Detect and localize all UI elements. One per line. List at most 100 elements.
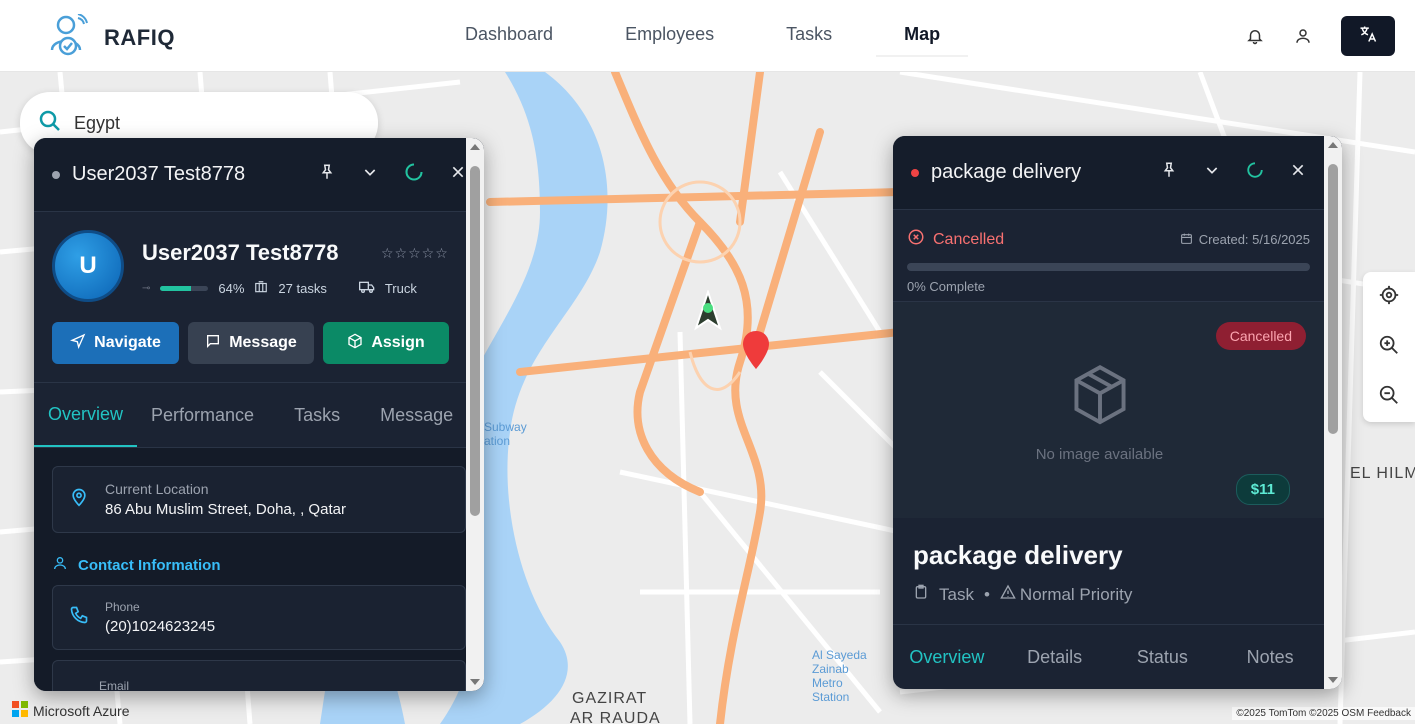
task-status: Cancelled <box>907 228 1004 251</box>
phone-icon <box>69 605 89 630</box>
translate-icon <box>1358 24 1378 49</box>
nav-tasks[interactable]: Tasks <box>786 24 832 45</box>
truck-icon <box>358 280 375 297</box>
task-panel-header[interactable]: package delivery <box>893 136 1342 210</box>
tab-status[interactable]: Status <box>1109 625 1217 689</box>
employee-overview-content: Current Location 86 Abu Muslim Street, D… <box>34 448 484 691</box>
no-image-text: No image available <box>1035 446 1164 463</box>
location-pin-icon[interactable] <box>742 330 770 375</box>
pin-icon[interactable] <box>1160 160 1178 185</box>
header-actions <box>1245 16 1395 56</box>
scroll-down-icon[interactable] <box>1328 677 1338 683</box>
nav-dashboard[interactable]: Dashboard <box>465 24 553 45</box>
profile-info: User2037 Test8778 ⊸ 64% 27 tasks Truck <box>142 230 417 302</box>
phone-label: Phone <box>105 600 140 614</box>
task-panel-scrollbar[interactable] <box>1324 136 1342 689</box>
bell-icon[interactable] <box>1245 26 1265 46</box>
microsoft-logo-icon <box>12 701 28 720</box>
contact-title: Contact Information <box>78 556 221 574</box>
task-created-date: Created: 5/16/2025 <box>1180 232 1310 248</box>
locate-icon[interactable] <box>1378 284 1400 311</box>
nav-map[interactable]: Map <box>876 24 969 57</box>
employee-panel-header[interactable]: User2037 Test8778 <box>34 138 484 212</box>
clipboard-icon <box>913 583 929 606</box>
map-label-el-hilm: EL HILM <box>1350 465 1415 482</box>
map-label-subway: Subway <box>484 420 527 434</box>
close-icon[interactable] <box>1290 162 1306 183</box>
contact-user-icon <box>52 555 68 575</box>
scroll-down-icon[interactable] <box>470 679 480 685</box>
assign-button[interactable]: Assign <box>323 322 449 364</box>
map-attribution[interactable]: ©2025 TomTom ©2025 OSM Feedback <box>1232 707 1415 720</box>
meta-separator: • <box>983 584 990 604</box>
assign-label: Assign <box>371 334 425 351</box>
task-type: Task <box>939 584 974 604</box>
employee-meta: ⊸ 64% 27 tasks Truck <box>142 280 417 297</box>
map-label-metro: Al Sayeda Zainab Metro Station <box>812 648 867 704</box>
task-image-area: Cancelled No image available $11 <box>893 302 1324 518</box>
pin-icon[interactable] <box>318 162 336 187</box>
tab-details[interactable]: Details <box>1001 625 1109 689</box>
location-icon <box>69 486 89 513</box>
user-icon[interactable] <box>1293 26 1313 46</box>
zoom-in-icon[interactable] <box>1378 334 1400 361</box>
rating-stars: ☆☆☆☆☆ <box>381 245 449 261</box>
message-icon <box>205 333 221 354</box>
top-navigation-bar: RAFIQ Dashboard Employees Tasks Map <box>0 0 1415 72</box>
current-location-card: Current Location 86 Abu Muslim Street, D… <box>52 466 466 533</box>
no-image-placeholder: No image available <box>893 362 1306 463</box>
employee-panel: User2037 Test8778 U User2037 Test8778 ⊸ … <box>34 138 484 691</box>
cancelled-badge: Cancelled <box>1215 322 1306 350</box>
scroll-up-icon[interactable] <box>470 144 480 150</box>
chevron-down-icon[interactable] <box>1204 162 1220 183</box>
message-button[interactable]: Message <box>188 322 314 364</box>
scrollbar-thumb[interactable] <box>470 166 480 516</box>
employee-tabs: Overview Performance Tasks Message <box>34 382 484 448</box>
zoom-out-icon[interactable] <box>1378 384 1400 411</box>
task-title: package delivery <box>913 540 1123 570</box>
task-status-section: Cancelled Created: 5/16/2025 0% Complete <box>893 210 1324 302</box>
phone-card: Phone (20)1024623245 <box>52 585 466 650</box>
employee-actions: Navigate Message Assign <box>34 302 484 364</box>
nav-employees[interactable]: Employees <box>625 24 714 45</box>
created-label: Created: 5/16/2025 <box>1198 232 1310 247</box>
brand[interactable]: RAFIQ <box>48 13 175 61</box>
loading-spinner-icon <box>1246 161 1264 184</box>
translate-button[interactable] <box>1341 16 1395 56</box>
task-priority: Normal Priority <box>1019 584 1133 604</box>
brand-name: RAFIQ <box>104 24 175 50</box>
navigate-icon <box>70 333 86 354</box>
tasks-count: 27 tasks <box>278 281 327 296</box>
tab-notes[interactable]: Notes <box>1216 625 1324 689</box>
map-controls <box>1363 272 1415 422</box>
scrollbar-thumb[interactable] <box>1328 164 1338 434</box>
close-icon[interactable] <box>450 164 466 185</box>
employee-name: User2037 Test8778 <box>142 240 339 265</box>
search-icon <box>38 109 62 138</box>
tab-overview[interactable]: Overview <box>34 383 138 447</box>
task-panel-title: package delivery <box>931 161 1082 183</box>
avatar: U <box>52 230 124 302</box>
performance-progress-fill <box>160 286 192 291</box>
vehicle-marker-icon[interactable] <box>690 288 726 337</box>
status-dot <box>52 170 60 179</box>
employee-panel-controls <box>318 162 466 187</box>
task-status-label: Cancelled <box>933 230 1005 248</box>
navigate-label: Navigate <box>94 334 161 351</box>
tab-message[interactable]: Message <box>366 383 467 447</box>
box-icon <box>347 333 363 354</box>
chevron-down-icon[interactable] <box>362 164 378 185</box>
search-input[interactable] <box>74 112 334 134</box>
phone-value[interactable]: (20)1024623245 <box>105 618 215 635</box>
location-value: 86 Abu Muslim Street, Doha, , Qatar <box>105 501 346 518</box>
tab-performance[interactable]: Performance <box>137 383 268 447</box>
navigate-button[interactable]: Navigate <box>52 322 179 364</box>
map-provider: Microsoft Azure <box>12 701 129 720</box>
tab-tasks[interactable]: Tasks <box>268 383 366 447</box>
map-label-station: ation <box>484 434 511 448</box>
task-panel-controls <box>1160 160 1306 185</box>
employee-panel-scrollbar[interactable] <box>466 138 484 691</box>
tab-overview[interactable]: Overview <box>893 625 1001 689</box>
scroll-up-icon[interactable] <box>1328 142 1338 148</box>
loading-spinner-icon <box>404 162 424 187</box>
